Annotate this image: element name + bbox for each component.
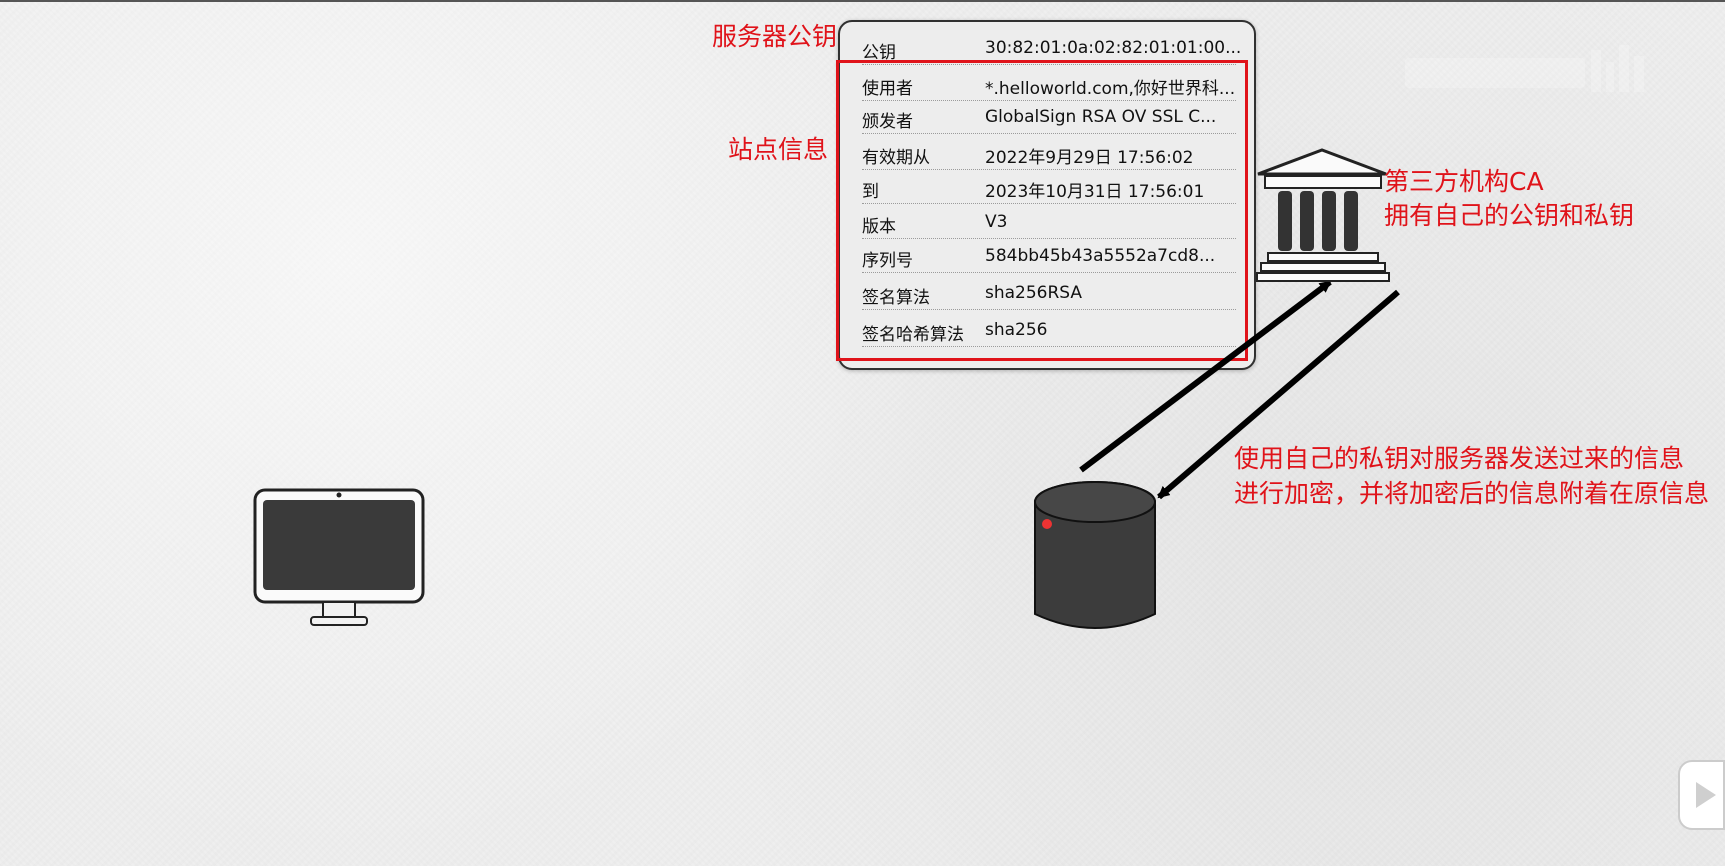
watermark-logo-icon	[1405, 45, 1644, 92]
encrypt-description-line2: 进行加密，并将加密后的信息附着在原信息	[1234, 479, 1710, 508]
ca-title-label: 第三方机构CA	[1384, 167, 1544, 196]
arrow-to-ca	[1079, 279, 1332, 473]
encrypt-description-line1: 使用自己的私钥对服务器发送过来的信息	[1234, 444, 1685, 473]
bank-icon	[1256, 148, 1390, 282]
database-icon	[1034, 481, 1156, 629]
ca-description-label: 拥有自己的公钥和私钥	[1384, 201, 1635, 230]
request-response-arrows	[1079, 279, 1400, 500]
monitor-icon	[253, 488, 425, 626]
play-icon[interactable]	[1678, 760, 1725, 830]
